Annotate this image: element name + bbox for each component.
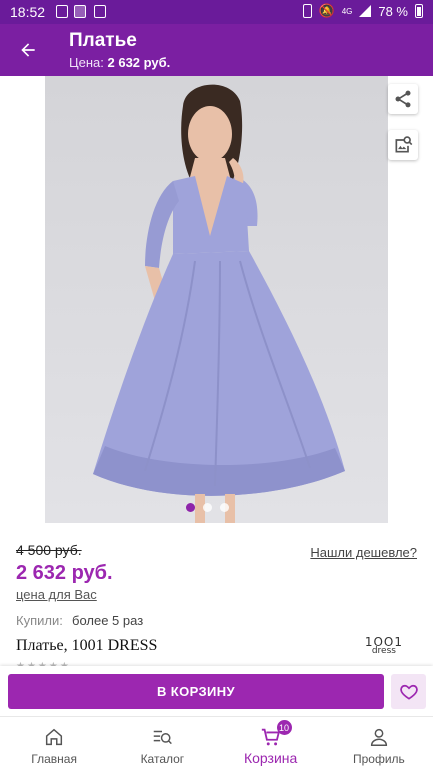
dress-photo[interactable] [45,76,388,523]
current-price: 2 632 руб. [16,562,113,584]
catalog-search-icon [151,726,173,748]
notification-icon [56,5,68,18]
nav-profile-label: Профиль [352,752,405,766]
heart-icon [399,684,418,700]
nav-profile[interactable]: Профиль [325,717,433,770]
subtitle-price-label: Цена: [69,55,104,70]
pager-dot-3[interactable] [220,503,229,512]
mute-icon: 🔕 [318,3,335,18]
back-button[interactable] [8,30,48,70]
profile-icon [368,726,390,748]
product-name: Платье, 1001 DRESS [16,637,158,654]
nav-cart[interactable]: 10 Корзина [217,717,325,770]
bottom-navigation: Главная Каталог 10 Корзина Профиль [0,716,433,770]
status-bar: 18:52 🔕 4G 78 % [0,0,433,24]
page-title: Платье [69,30,137,51]
bought-value: более 5 раз [72,613,144,628]
bought-label: Купили: [16,613,63,628]
nav-catalog[interactable]: Каталог [108,717,216,770]
app-notification-icon [94,5,106,18]
pager-dot-2[interactable] [203,503,212,512]
battery-level: 78 % [378,3,408,19]
favorite-button[interactable] [391,674,426,709]
page-subtitle: Цена: 2 632 руб. [69,55,170,70]
cart-count-badge: 10 [276,720,292,735]
nav-cart-label: Корзина [243,750,298,766]
signal-icon [359,5,372,17]
app-bar: Платье Цена: 2 632 руб. [0,24,433,76]
subtitle-price-value: 2 632 руб. [107,55,171,70]
cart-bar: В КОРЗИНУ [0,666,433,716]
arrow-back-icon [21,43,35,57]
brand-logo[interactable]: 1OO1 dress [365,636,403,656]
add-to-cart-button[interactable]: В КОРЗИНУ [8,674,384,709]
image-notification-icon [74,5,86,18]
pager-dot-1[interactable] [186,503,195,512]
gallery-pager [186,503,229,512]
old-price: 4 500 руб. [16,542,82,558]
share-icon [395,90,411,108]
dress-illustration [93,84,345,523]
found-cheaper-link[interactable]: Нашли дешевле? [310,545,417,560]
image-search-icon [395,136,413,153]
status-time: 18:52 [10,4,46,20]
network-type: 4G [341,6,353,16]
nav-home-label: Главная [31,752,77,766]
battery-icon [415,4,423,18]
home-icon [43,726,65,748]
share-button[interactable] [388,84,418,114]
nav-home[interactable]: Главная [0,717,108,770]
product-gallery[interactable] [0,76,433,523]
vibrate-icon [302,4,312,18]
price-note-link[interactable]: цена для Вас [16,587,97,602]
nav-catalog-label: Каталог [140,752,185,766]
image-search-button[interactable] [388,130,418,160]
